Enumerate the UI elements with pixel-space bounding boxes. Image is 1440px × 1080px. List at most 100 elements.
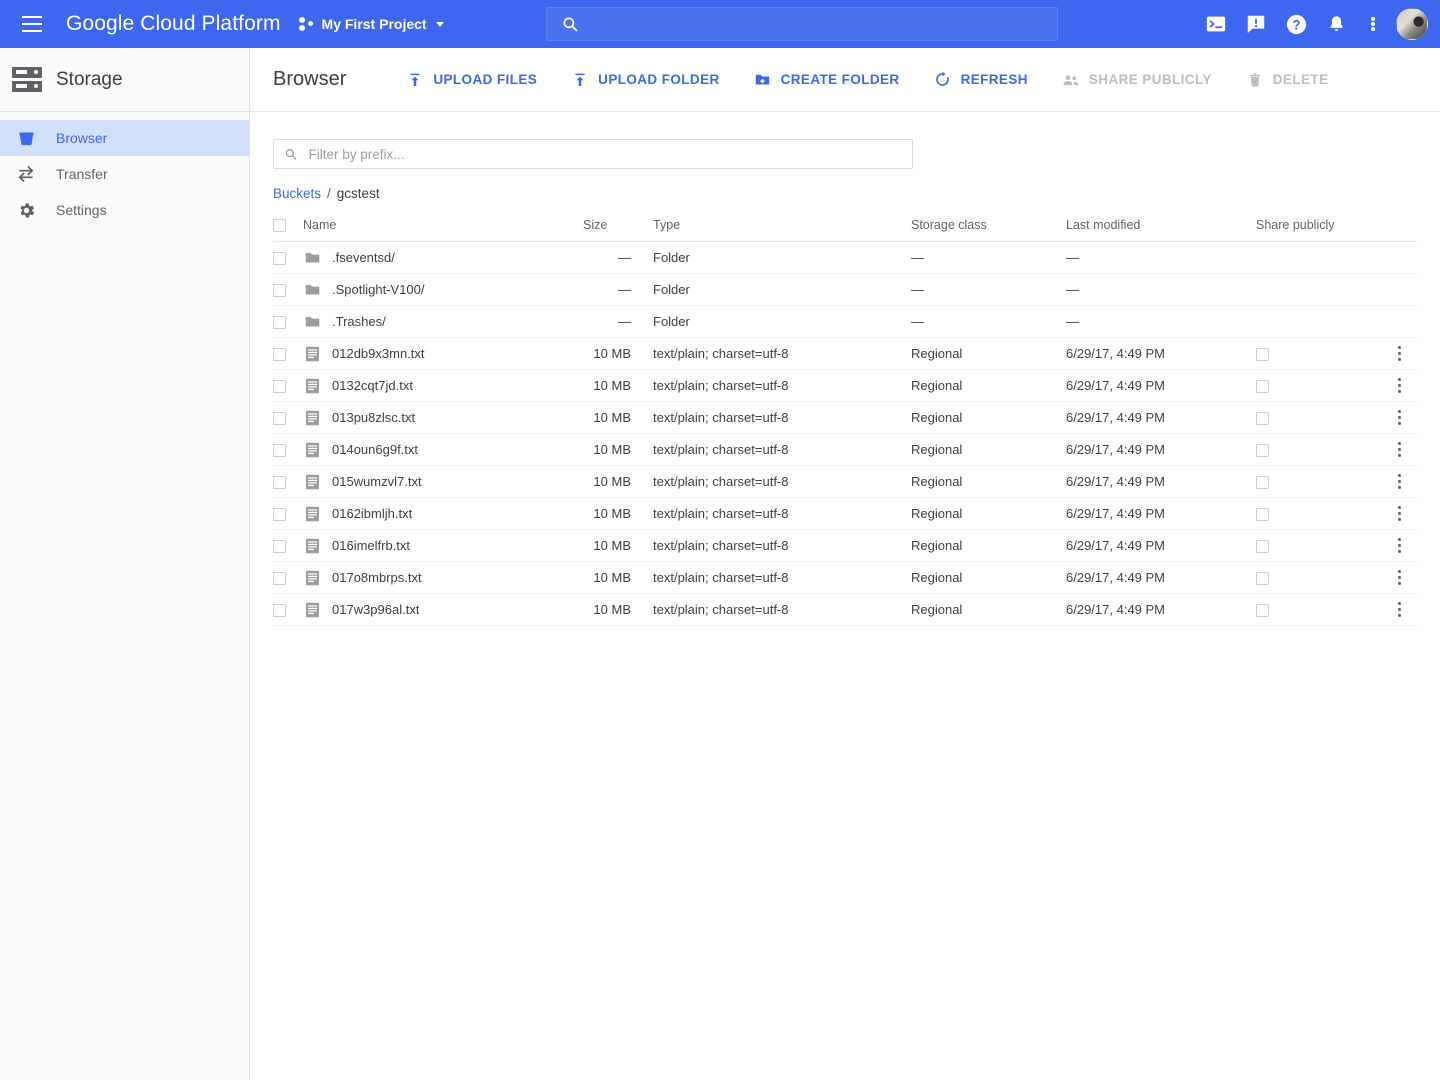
file-icon: [303, 377, 321, 395]
create-folder-button[interactable]: CREATE FOLDER: [744, 62, 910, 98]
row-name-label[interactable]: 014oun6g9f.txt: [332, 442, 418, 457]
table-row[interactable]: 013pu8zlsc.txt 10 MB text/plain; charset=u…: [273, 401, 1417, 435]
row-share-publicly-checkbox[interactable]: [1256, 572, 1269, 586]
project-name-label: My First Project: [321, 16, 427, 32]
table-row[interactable]: .fseventsd/— Folder — —: [273, 241, 1417, 275]
row-storage-class: Regional: [911, 497, 1066, 531]
row-select-checkbox[interactable]: [273, 508, 286, 522]
row-name-label[interactable]: .Spotlight-V100/: [332, 282, 425, 297]
row-name-label[interactable]: 016imelfrb.txt: [332, 538, 410, 553]
row-name-label[interactable]: 0162ibmljh.txt: [332, 506, 412, 521]
row-more-options-icon[interactable]: [1382, 344, 1417, 363]
share-publicly-button[interactable]: SHARE PUBLICLY: [1052, 62, 1222, 98]
row-select-checkbox[interactable]: [273, 540, 286, 554]
row-more-options-icon[interactable]: [1382, 440, 1417, 459]
feedback-icon[interactable]: [1236, 4, 1276, 44]
select-all-checkbox[interactable]: [273, 219, 286, 233]
row-share-publicly-checkbox[interactable]: [1256, 444, 1269, 458]
upload-folder-button[interactable]: UPLOAD FOLDER: [561, 62, 729, 98]
row-share-publicly-checkbox[interactable]: [1256, 476, 1269, 490]
row-select-checkbox[interactable]: [273, 380, 286, 394]
table-row[interactable]: .Trashes/— Folder — —: [273, 305, 1417, 339]
sidebar-item-transfer[interactable]: Transfer: [0, 156, 249, 192]
row-storage-class: Regional: [911, 401, 1066, 435]
row-actions-cell: [1382, 465, 1417, 499]
delete-button[interactable]: DELETE: [1236, 62, 1339, 98]
row-share-publicly-checkbox[interactable]: [1256, 412, 1269, 426]
sidebar-item-browser[interactable]: Browser: [0, 120, 249, 156]
row-type: text/plain; charset=utf-8: [653, 401, 911, 435]
row-name-label[interactable]: 012db9x3mn.txt: [332, 346, 425, 361]
table-row[interactable]: 0162ibmljh.txt 10 MB text/plain; charset=u…: [273, 497, 1417, 531]
row-name-cell: .Trashes/: [303, 305, 583, 339]
table-row[interactable]: 017w3p96al.txt 10 MB text/plain; charset=u…: [273, 593, 1417, 627]
project-selector[interactable]: My First Project: [298, 8, 444, 40]
row-more-options-icon[interactable]: [1382, 472, 1417, 491]
table-row[interactable]: 017o8mbrps.txt 10 MB text/plain; charset=u…: [273, 561, 1417, 595]
row-select-checkbox[interactable]: [273, 252, 286, 266]
sidebar-item-label: Settings: [56, 202, 107, 218]
main-content: Browser UPLOAD FILES UPLOAD FOLDER CREAT…: [250, 48, 1440, 1080]
account-avatar[interactable]: [1396, 8, 1428, 40]
row-share-publicly-checkbox[interactable]: [1256, 380, 1269, 394]
row-more-options-icon[interactable]: [1382, 536, 1417, 555]
row-select-checkbox[interactable]: [273, 284, 286, 298]
row-storage-class: —: [911, 273, 1066, 307]
row-name-label[interactable]: 013pu8zlsc.txt: [332, 410, 415, 425]
row-name-label[interactable]: 017o8mbrps.txt: [332, 570, 422, 585]
row-select-checkbox[interactable]: [273, 572, 286, 586]
row-select-checkbox[interactable]: [273, 348, 286, 362]
row-last-modified: 6/29/17, 4:49 PM: [1066, 465, 1256, 499]
global-search-input[interactable]: [591, 15, 1043, 33]
filter-by-prefix-input[interactable]: [306, 145, 902, 163]
row-type: text/plain; charset=utf-8: [653, 337, 911, 371]
row-name-label[interactable]: .fseventsd/: [332, 250, 395, 265]
breadcrumb-buckets-link[interactable]: Buckets: [273, 186, 321, 201]
row-select-checkbox[interactable]: [273, 476, 286, 490]
row-select-checkbox[interactable]: [273, 444, 286, 458]
global-search-box[interactable]: [546, 7, 1058, 41]
filter-by-prefix-box[interactable]: [273, 139, 913, 169]
row-more-options-icon[interactable]: [1382, 504, 1417, 523]
row-more-options-icon[interactable]: [1382, 408, 1417, 427]
row-share-publicly-checkbox[interactable]: [1256, 540, 1269, 554]
row-select-cell: [273, 369, 303, 403]
row-more-options-icon[interactable]: [1382, 568, 1417, 587]
table-row[interactable]: .Spotlight-V100/— Folder — —: [273, 273, 1417, 307]
row-share-publicly-checkbox[interactable]: [1256, 604, 1269, 618]
table-row[interactable]: 015wumzvl7.txt 10 MB text/plain; charset=u…: [273, 465, 1417, 499]
row-name-cell: 017o8mbrps.txt: [303, 561, 583, 595]
row-more-options-icon[interactable]: [1382, 376, 1417, 395]
sidebar-item-settings[interactable]: Settings: [0, 192, 249, 228]
table-row[interactable]: 012db9x3mn.txt 10 MB text/plain; charset=u…: [273, 337, 1417, 371]
row-name-label[interactable]: 0132cqt7jd.txt: [332, 378, 413, 393]
column-header-actions: [1382, 218, 1417, 243]
cloud-shell-icon[interactable]: [1196, 4, 1236, 44]
table-row[interactable]: 014oun6g9f.txt 10 MB text/plain; charset=u…: [273, 433, 1417, 467]
row-share-publicly-cell: [1256, 337, 1382, 371]
more-options-icon[interactable]: [1356, 4, 1390, 44]
row-select-checkbox[interactable]: [273, 604, 286, 618]
row-share-publicly-checkbox[interactable]: [1256, 508, 1269, 522]
refresh-button[interactable]: REFRESH: [924, 62, 1038, 98]
help-icon[interactable]: ?: [1276, 4, 1316, 44]
row-share-publicly-checkbox[interactable]: [1256, 348, 1269, 362]
hamburger-menu-icon[interactable]: [8, 0, 56, 48]
row-name-cell: .Spotlight-V100/: [303, 273, 583, 307]
row-more-options-icon[interactable]: [1382, 600, 1417, 619]
row-select-checkbox[interactable]: [273, 316, 286, 330]
row-name-label[interactable]: 015wumzvl7.txt: [332, 474, 422, 489]
notifications-icon[interactable]: [1316, 4, 1356, 44]
table-row[interactable]: 016imelfrb.txt 10 MB text/plain; charset=u…: [273, 529, 1417, 563]
row-storage-class: Regional: [911, 369, 1066, 403]
file-icon: [303, 409, 321, 427]
top-bar-icon-group: ?: [1196, 0, 1432, 48]
sidebar-nav-list: Browser Transfer Settings: [0, 112, 249, 228]
upload-files-button[interactable]: UPLOAD FILES: [396, 62, 547, 98]
row-select-checkbox[interactable]: [273, 412, 286, 426]
table-row[interactable]: 0132cqt7jd.txt 10 MB text/plain; charset=u…: [273, 369, 1417, 403]
sidebar-product-header: Storage: [0, 48, 249, 112]
row-name-label[interactable]: .Trashes/: [332, 314, 386, 329]
row-share-publicly-cell: [1256, 273, 1382, 307]
row-name-label[interactable]: 017w3p96al.txt: [332, 602, 419, 617]
